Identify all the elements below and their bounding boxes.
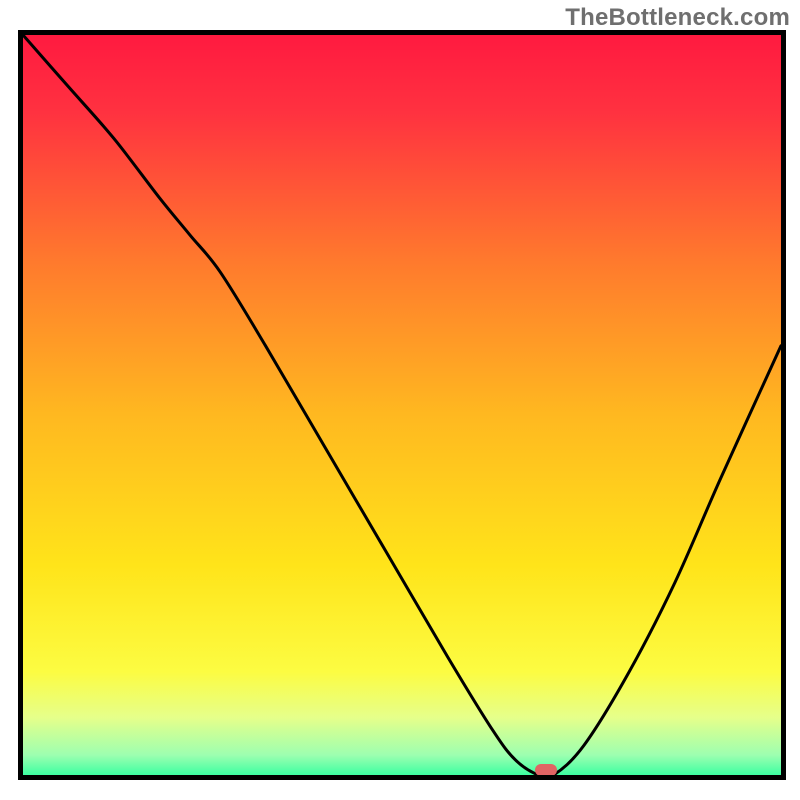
watermark-text: TheBottleneck.com — [565, 4, 790, 32]
bottleneck-curve — [23, 35, 781, 775]
optimal-point-marker — [535, 764, 557, 776]
plot-area — [18, 30, 786, 780]
chart-frame: TheBottleneck.com — [0, 0, 800, 800]
